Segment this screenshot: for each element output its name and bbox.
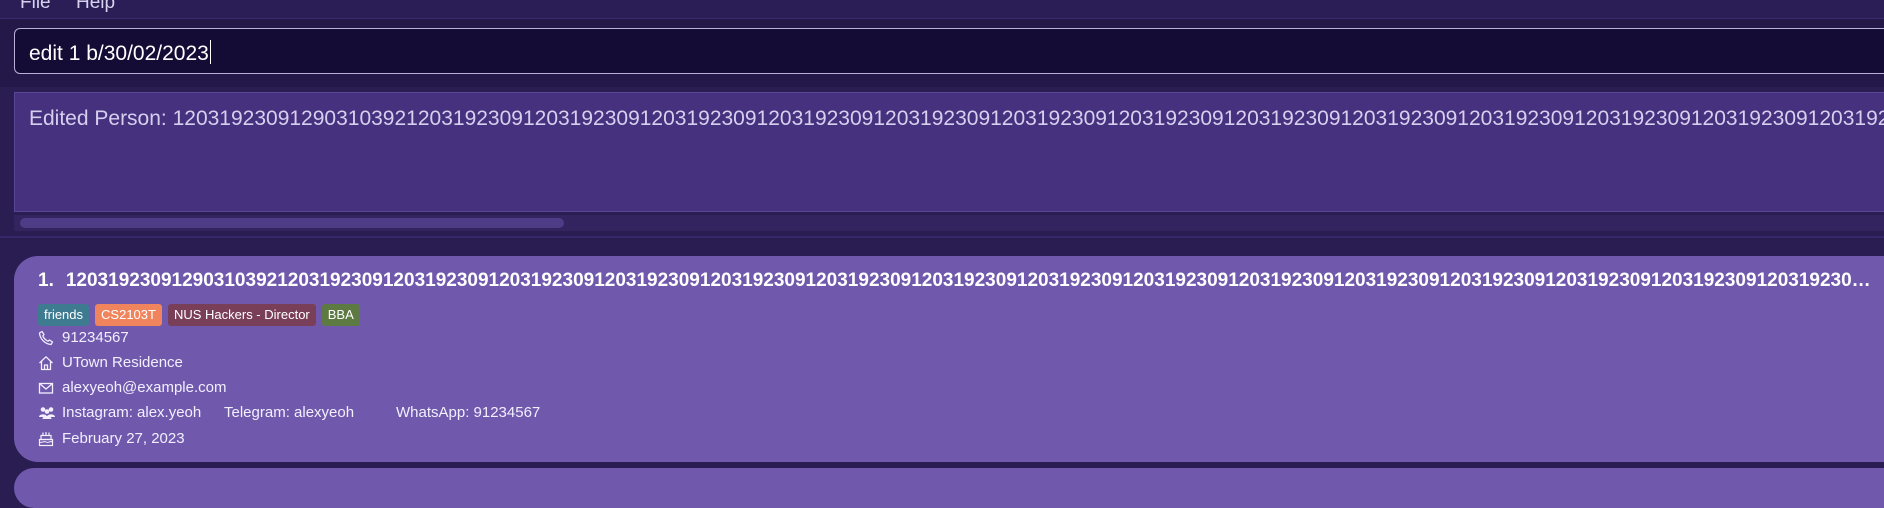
person-name-row: 1. 12031923091290310392120319230912031923… bbox=[38, 270, 1874, 292]
envelope-icon bbox=[38, 382, 54, 394]
email-text: alexyeoh@example.com bbox=[62, 379, 227, 396]
menu-bar: File Help bbox=[0, 0, 1884, 19]
cake-icon bbox=[38, 432, 54, 447]
home-icon bbox=[39, 356, 53, 371]
command-text-wrapper: edit 1 b/30/02/2023 bbox=[29, 40, 211, 66]
result-area: Edited Person: 1203192309129031039212031… bbox=[0, 87, 1884, 236]
tag-nus-hackers: NUS Hackers - Director bbox=[167, 304, 316, 326]
people-icon bbox=[39, 407, 55, 419]
tag-list: friends CS2103T NUS Hackers - Director BBA bbox=[38, 304, 366, 326]
person-card[interactable]: 1. 12031923091290310392120319230912031923… bbox=[14, 256, 1884, 462]
command-text: edit 1 b/30/02/2023 bbox=[29, 42, 209, 65]
tag-cs2103t: CS2103T bbox=[95, 304, 162, 326]
result-horizontal-scrollbar[interactable] bbox=[14, 215, 1884, 231]
tag-friends: friends bbox=[38, 304, 90, 326]
result-display: Edited Person: 1203192309129031039212031… bbox=[14, 92, 1884, 212]
menu-file[interactable]: File bbox=[20, 0, 51, 14]
scrollbar-thumb[interactable] bbox=[20, 218, 564, 228]
person-name: 1203192309129031039212031923091203192309… bbox=[65, 270, 1874, 291]
whatsapp-text: WhatsApp: 91234567 bbox=[396, 404, 541, 421]
tag-bba: BBA bbox=[321, 304, 360, 326]
command-area: edit 1 b/30/02/2023 bbox=[0, 19, 1884, 87]
person-list: 1. 12031923091290310392120319230912031923… bbox=[0, 238, 1884, 508]
phone-icon bbox=[38, 330, 54, 346]
person-card-next[interactable] bbox=[14, 468, 1884, 508]
result-text: Edited Person: 1203192309129031039212031… bbox=[29, 107, 1884, 130]
address-text: UTown Residence bbox=[62, 354, 183, 371]
person-index: 1. bbox=[38, 270, 54, 291]
menu-help[interactable]: Help bbox=[76, 0, 115, 14]
telegram-text: Telegram: alexyeoh bbox=[224, 404, 355, 421]
instagram-text: Instagram: alex.yeoh bbox=[62, 404, 202, 421]
text-caret bbox=[209, 40, 211, 64]
phone-text: 91234567 bbox=[62, 329, 129, 346]
command-input[interactable]: edit 1 b/30/02/2023 bbox=[14, 28, 1884, 74]
birthday-text: February 27, 2023 bbox=[62, 430, 185, 447]
